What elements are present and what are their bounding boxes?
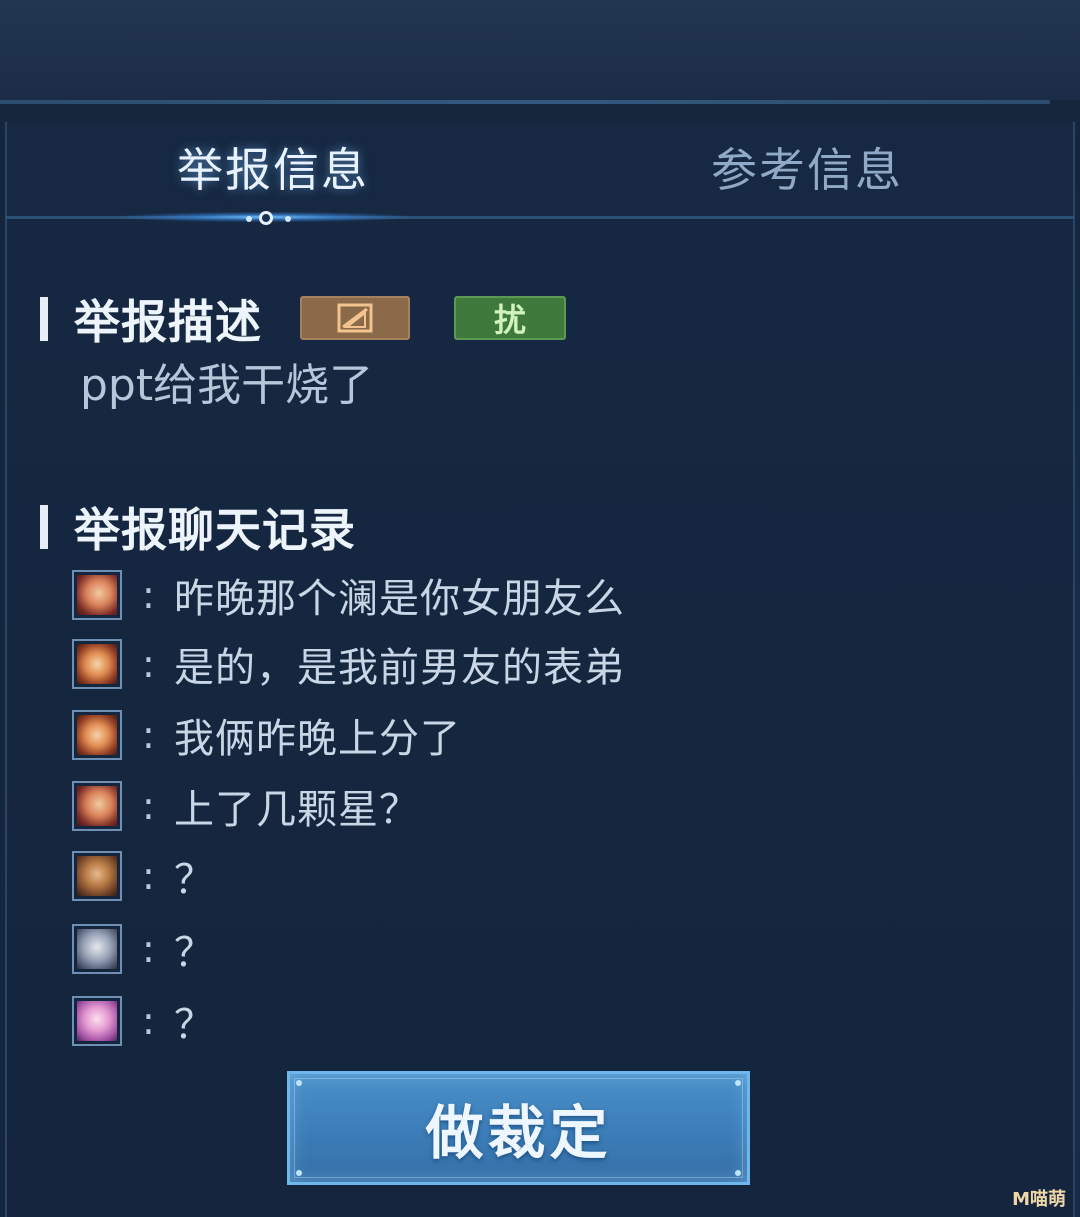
active-tab-indicator-icon [259, 211, 273, 225]
message-text: 上了几颗星？ [174, 787, 420, 833]
chat-message: : 我俩昨晚上分了 [72, 708, 461, 762]
active-tab-indicator-dot-left [246, 216, 252, 222]
chat-message: : 是的，是我前男友的表弟 [72, 637, 625, 691]
message-colon: : [142, 713, 155, 757]
top-blurred-band [0, 0, 1080, 100]
top-divider [0, 100, 1050, 104]
message-text: 是的，是我前男友的表弟 [174, 645, 625, 691]
message-text: ？ [174, 1002, 215, 1048]
chat-message: : ？ [72, 849, 215, 903]
hero-avatar-3[interactable] [72, 851, 122, 901]
message-text: ？ [174, 930, 215, 976]
chat-log-header: 举报聊天记录 [40, 497, 356, 557]
report-description-text: ppt给我干烧了 [80, 360, 374, 411]
chat-log-title: 举报聊天记录 [74, 503, 356, 557]
message-colon: : [142, 573, 155, 617]
hero-avatar-5[interactable] [72, 996, 122, 1046]
chat-message: : ？ [72, 922, 215, 976]
chat-message: : 上了几颗星？ [72, 779, 420, 833]
tab-report-info[interactable]: 举报信息 [177, 142, 369, 198]
message-text: ？ [174, 857, 215, 903]
make-verdict-button[interactable]: 做裁定 [287, 1071, 750, 1185]
button-corner-ornament [296, 1080, 302, 1086]
message-text: 我俩昨晚上分了 [174, 716, 461, 762]
button-corner-ornament [296, 1170, 302, 1176]
message-colon: : [142, 784, 155, 828]
message-colon: : [142, 999, 155, 1043]
section-marker [40, 505, 48, 549]
message-colon: : [142, 854, 155, 898]
button-corner-ornament [735, 1170, 741, 1176]
message-colon: : [142, 642, 155, 686]
hero-avatar-2[interactable] [72, 710, 122, 760]
report-type-badge-image [300, 296, 410, 340]
message-colon: : [142, 927, 155, 971]
chat-message: : ？ [72, 994, 215, 1048]
tab-bar: 举报信息 参考信息 [5, 122, 1075, 218]
button-corner-ornament [735, 1080, 741, 1086]
hero-avatar-1[interactable] [72, 570, 122, 620]
make-verdict-label: 做裁定 [425, 1099, 612, 1167]
report-description-title: 举报描述 [74, 295, 262, 349]
hero-avatar-1[interactable] [72, 781, 122, 831]
watermark-logo: M喵萌 [1012, 1189, 1066, 1210]
report-type-badge-harass: 扰 [454, 296, 566, 340]
report-screen: 举报信息 参考信息 举报描述 扰 ppt给我干烧了 举报聊天记录 : 昨晚那个澜… [0, 0, 1080, 1217]
image-report-icon [337, 303, 373, 333]
hero-avatar-4[interactable] [72, 924, 122, 974]
chat-message: : 昨晚那个澜是你女朋友么 [72, 568, 625, 622]
tab-reference-info[interactable]: 参考信息 [711, 142, 903, 198]
active-tab-indicator-dot-right [285, 216, 291, 222]
hero-avatar-2[interactable] [72, 639, 122, 689]
message-text: 昨晚那个澜是你女朋友么 [174, 576, 625, 622]
section-marker [40, 297, 48, 341]
report-description-header: 举报描述 [40, 289, 262, 349]
